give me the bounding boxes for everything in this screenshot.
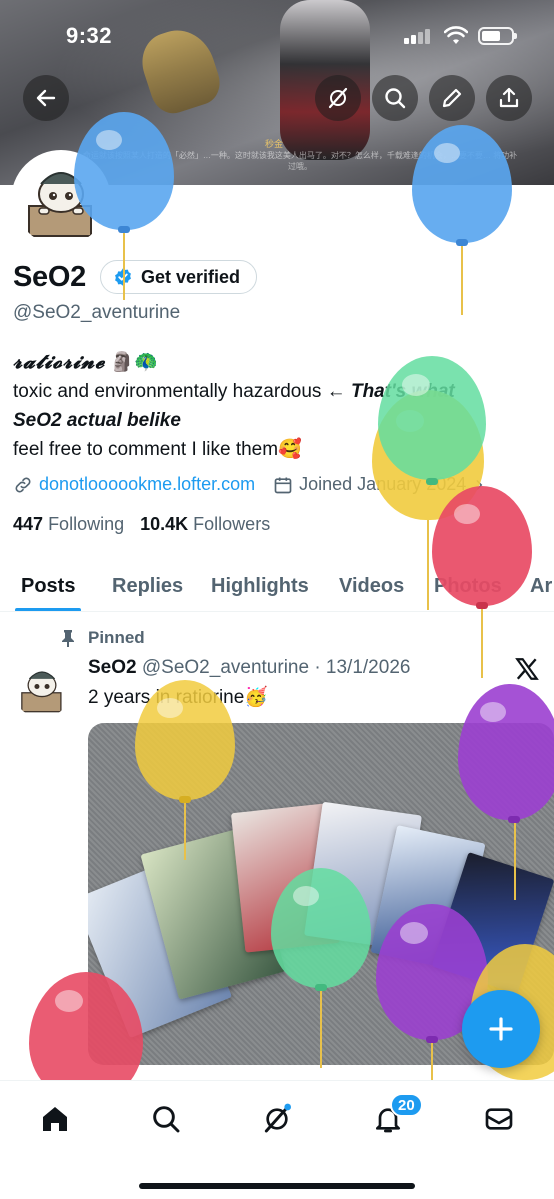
post-author-avatar[interactable]	[13, 660, 71, 718]
status-bar: 9:32	[0, 0, 554, 70]
tab-replies[interactable]: Replies	[112, 560, 184, 611]
tab-posts-label: Posts	[21, 574, 76, 597]
pencil-icon	[442, 88, 462, 108]
balloon-green	[378, 356, 486, 506]
status-time: 9:32	[66, 23, 113, 48]
bio-line-2: toxic and environmentally hazardous ←	[13, 381, 351, 402]
website-url[interactable]: donotloooookme.lofter.com	[39, 474, 255, 495]
avatar-illustration	[21, 671, 62, 713]
tab-articles[interactable]: Ar	[530, 560, 553, 611]
balloon-green	[271, 868, 371, 1078]
edit-button[interactable]	[429, 75, 475, 121]
search-icon	[385, 88, 406, 109]
calendar-icon	[274, 477, 292, 493]
tab-posts[interactable]: Posts	[15, 560, 82, 611]
grok-button[interactable]	[315, 75, 361, 121]
search-button[interactable]	[372, 75, 418, 121]
balloon-yellow	[135, 680, 235, 880]
cellular-signal-icon	[404, 28, 432, 44]
banner-subtitle-top: 秒金	[265, 139, 284, 149]
followers-label: Followers	[193, 514, 271, 534]
active-tab-indicator	[15, 608, 82, 611]
tab-highlights-label: Highlights	[211, 574, 309, 597]
grok-icon	[328, 87, 348, 109]
mail-icon	[485, 1108, 513, 1130]
bio-fancy-name: 𝓻𝓪𝓽𝓲𝓸𝓻𝓲𝓷𝓮	[13, 349, 106, 373]
balloon-purple	[458, 684, 554, 904]
compose-post-button[interactable]	[462, 990, 540, 1068]
post-header: SeO2 @SeO2_aventurine · 13/1/2026	[88, 657, 410, 679]
follow-stats: 447 Following 10.4K Followers	[13, 514, 270, 535]
pin-icon	[62, 630, 74, 647]
battery-icon	[478, 27, 517, 45]
nav-search[interactable]	[146, 1099, 186, 1139]
post-author-name[interactable]: SeO2	[88, 657, 137, 678]
bio-emoji: 🗿🦚	[110, 352, 158, 373]
following-count: 447	[13, 514, 44, 534]
back-button[interactable]	[23, 75, 69, 121]
home-icon	[43, 1107, 67, 1131]
following-label: Following	[48, 514, 125, 534]
pinned-indicator: Pinned	[60, 628, 145, 648]
nav-messages[interactable]	[479, 1099, 519, 1139]
balloon-red	[29, 972, 143, 1102]
balloon-blue	[74, 112, 174, 312]
post-author-handle-date: @SeO2_aventurine · 13/1/2026	[141, 657, 411, 678]
tab-articles-label: Ar	[530, 574, 553, 597]
followers-count: 10.4K	[140, 514, 189, 534]
followers-stat[interactable]: 10.4K Followers	[140, 514, 270, 535]
pinned-label: Pinned	[88, 628, 145, 647]
share-button[interactable]	[486, 75, 532, 121]
profile-website-link[interactable]: donotloooookme.lofter.com	[13, 474, 255, 495]
grok-icon	[264, 1103, 291, 1133]
share-icon	[499, 87, 519, 108]
link-icon	[15, 477, 31, 492]
tab-highlights[interactable]: Highlights	[211, 560, 309, 611]
tab-replies-label: Replies	[112, 574, 184, 597]
balloon-red	[432, 486, 532, 686]
bottom-nav: 20	[0, 1080, 554, 1199]
notifications-badge: 20	[390, 1093, 423, 1117]
nav-grok[interactable]	[257, 1099, 297, 1139]
following-stat[interactable]: 447 Following	[13, 514, 124, 535]
plus-icon	[489, 1017, 513, 1041]
nav-home[interactable]	[35, 1099, 75, 1139]
arrow-left-icon	[36, 89, 56, 107]
wifi-icon	[444, 26, 468, 44]
home-indicator	[139, 1183, 415, 1189]
search-icon	[153, 1106, 180, 1133]
balloon-blue	[412, 125, 512, 325]
